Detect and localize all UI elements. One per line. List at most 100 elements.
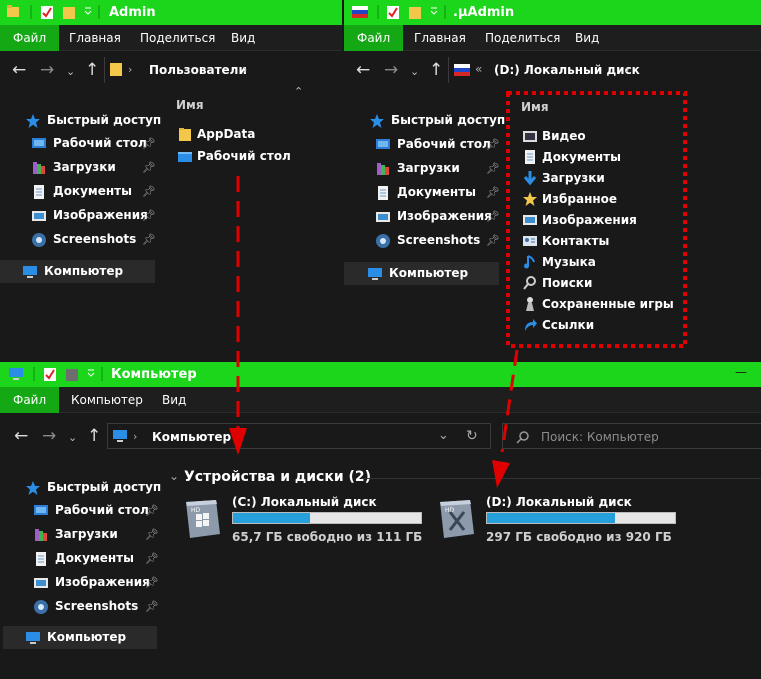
breadcrumb-path[interactable]: (D:) Локальный диск (494, 63, 640, 77)
sidebar-label: Загрузки (53, 160, 116, 174)
tab-file[interactable]: Файл (0, 25, 60, 51)
tab-view[interactable]: Вид (231, 25, 255, 51)
sort-up-chevron-icon[interactable]: ⌃ (294, 86, 303, 97)
title-bar[interactable]: .µAdmin (344, 0, 761, 25)
new-folder-icon[interactable] (62, 4, 76, 20)
address-bar[interactable]: « (D:) Локальный диск › (448, 57, 761, 83)
pin-icon[interactable]: 📌︎ (486, 162, 500, 175)
new-folder-icon[interactable] (408, 4, 422, 20)
pin-icon[interactable]: 📌︎ (145, 552, 159, 565)
ribbon-tabs: Файл Главная Поделиться Вид (344, 25, 761, 51)
pin-icon[interactable]: 📌︎ (145, 576, 159, 589)
title-bar[interactable]: Компьютер — (0, 362, 761, 387)
pin-icon[interactable]: 📌︎ (486, 210, 500, 223)
properties-icon[interactable] (43, 366, 57, 382)
up-arrow-icon[interactable]: ↑ (85, 62, 99, 79)
desktop-folder-icon (178, 152, 192, 162)
separator-icon (444, 5, 446, 19)
item-label: Изображения (542, 213, 637, 227)
pin-icon[interactable]: 📌︎ (486, 234, 500, 247)
drive-free-space: 65,7 ГБ свободно из 111 ГБ (232, 530, 423, 544)
address-dropdown-icon[interactable]: ⌄ (438, 428, 449, 443)
breadcrumb-path[interactable]: Пользователи (149, 63, 247, 77)
up-arrow-icon[interactable]: ↑ (429, 62, 443, 79)
tab-view[interactable]: Вид (575, 25, 599, 51)
column-header-name[interactable]: Имя (521, 100, 549, 114)
pin-icon[interactable]: 📌︎ (142, 209, 156, 222)
breadcrumb-separator-icon[interactable]: › (625, 63, 629, 76)
documents-icon (34, 185, 44, 199)
separator-icon (101, 367, 103, 381)
breadcrumb-separator-icon[interactable]: › (243, 63, 247, 76)
tab-share[interactable]: Поделиться (485, 25, 560, 51)
tab-file[interactable]: Файл (344, 25, 404, 51)
search-icon (516, 431, 529, 444)
pin-icon[interactable]: 📌︎ (145, 600, 159, 613)
recent-locations-chevron-icon[interactable]: ⌄ (410, 66, 419, 77)
sidebar-label: Быстрый доступ (47, 480, 162, 494)
tab-computer[interactable]: Компьютер (71, 387, 143, 413)
item-label: Документы (542, 150, 621, 164)
quick-access-dropdown-icon[interactable] (86, 366, 96, 382)
properties-icon[interactable] (386, 4, 400, 20)
pin-icon[interactable]: 📌︎ (142, 185, 156, 198)
pin-icon[interactable]: 📌︎ (486, 138, 500, 151)
desktop-icon (376, 139, 390, 149)
drive-d[interactable]: HD (D:) Локальный диск 297 ГБ свободно и… (434, 495, 679, 547)
forward-arrow-icon[interactable]: → (384, 62, 398, 79)
pin-icon[interactable]: 📌︎ (145, 528, 159, 541)
minimize-button[interactable]: — (735, 365, 747, 379)
sidebar-label: Быстрый доступ (391, 113, 506, 127)
address-bar[interactable]: › Пользователи › (104, 57, 342, 83)
back-arrow-icon[interactable]: ← (12, 62, 26, 79)
new-folder-icon[interactable] (65, 366, 79, 382)
tab-file[interactable]: Файл (0, 387, 60, 413)
breadcrumb-separator-icon[interactable]: › (133, 430, 137, 443)
sidebar-label: Рабочий стол (53, 136, 147, 150)
sidebar-label: Документы (53, 184, 132, 198)
pin-icon[interactable]: 📌︎ (486, 186, 500, 199)
recent-locations-chevron-icon[interactable]: ⌄ (68, 432, 77, 443)
tab-home[interactable]: Главная (414, 25, 466, 51)
pin-icon[interactable]: 📌︎ (142, 137, 156, 150)
group-collapse-chevron-icon[interactable]: ⌄ (169, 469, 179, 483)
group-header[interactable]: Устройства и диски (2) (184, 469, 371, 485)
tab-home[interactable]: Главная (69, 25, 121, 51)
item-label: Избранное (542, 192, 618, 206)
quick-access-dropdown-icon[interactable] (83, 4, 93, 20)
refresh-icon[interactable]: ↻ (466, 428, 478, 444)
tab-view[interactable]: Вид (162, 387, 186, 413)
pin-icon[interactable]: 📌︎ (145, 504, 159, 517)
star-icon (370, 114, 384, 128)
computer-icon (26, 632, 40, 644)
search-input[interactable]: Поиск: Компьютер (502, 423, 761, 449)
downloads-icon (35, 529, 47, 541)
downloads-icon (523, 171, 537, 186)
breadcrumb-separator-icon[interactable]: › (128, 63, 132, 76)
forward-arrow-icon[interactable]: → (42, 428, 56, 445)
tab-share[interactable]: Поделиться (140, 25, 215, 51)
drive-usage-bar (232, 512, 422, 524)
properties-icon[interactable] (40, 4, 54, 20)
item-label: Ссылки (542, 318, 595, 332)
sidebar-label: Изображения (55, 575, 150, 589)
forward-arrow-icon[interactable]: → (40, 62, 54, 79)
breadcrumb-overflow-icon[interactable]: « (475, 62, 482, 76)
hard-drive-icon: HD (186, 500, 220, 538)
svg-text:HD: HD (191, 507, 201, 514)
drive-c[interactable]: HD (C:) Локальный диск 65,7 ГБ свободно … (180, 495, 425, 547)
pin-icon[interactable]: 📌︎ (142, 161, 156, 174)
recent-locations-chevron-icon[interactable]: ⌄ (66, 66, 75, 77)
quick-access-dropdown-icon[interactable] (429, 4, 439, 20)
column-header-name[interactable]: Имя (176, 98, 204, 112)
title-bar[interactable]: Admin (0, 0, 342, 25)
pictures-icon (32, 211, 46, 221)
item-label: Музыка (542, 255, 596, 269)
breadcrumb-path[interactable]: Компьютер (152, 430, 231, 444)
pin-icon[interactable]: 📌︎ (142, 233, 156, 246)
sidebar-label: Рабочий стол (397, 137, 491, 151)
address-bar[interactable]: › Компьютер ⌄ ↻ (107, 423, 491, 449)
up-arrow-icon[interactable]: ↑ (87, 428, 101, 445)
back-arrow-icon[interactable]: ← (14, 428, 28, 445)
back-arrow-icon[interactable]: ← (356, 62, 370, 79)
